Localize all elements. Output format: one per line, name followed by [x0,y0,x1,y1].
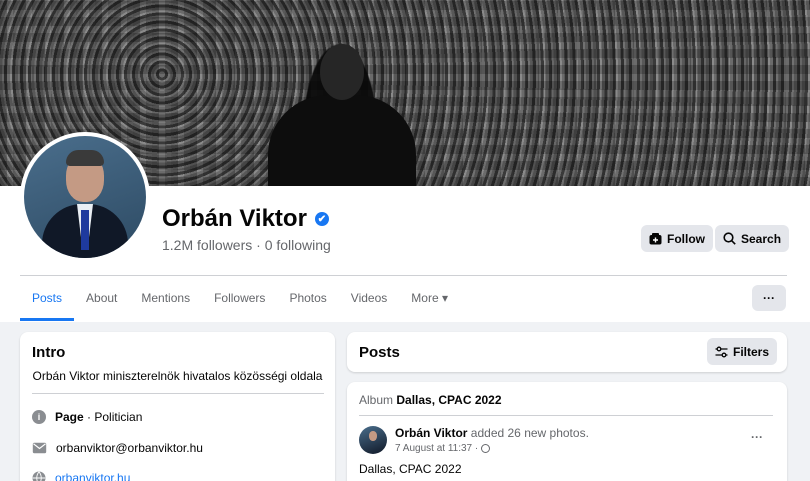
tab-posts[interactable]: Posts [20,286,75,321]
album-line: Album Dallas, CPAC 2022 [359,393,502,407]
cover-speaker-silhouette [268,95,416,186]
filters-button[interactable]: Filters [707,338,778,365]
album-prefix: Album [359,393,397,407]
post-card: Album Dallas, CPAC 2022 Orbán Viktor add… [347,382,787,481]
search-label: Search [741,231,782,246]
page-type-value: · Politician [83,410,143,424]
post-action: added 26 new photos. [467,426,589,440]
intro-title: Intro [32,344,66,361]
tab-videos[interactable]: Videos [339,286,399,321]
page-type-row: i Page · Politician [32,410,142,424]
website-link[interactable]: orbanviktor.hu [55,471,130,481]
email-text[interactable]: orbanviktor@orbanviktor.hu [56,441,203,455]
tab-about[interactable]: About [74,286,129,321]
post-author-avatar[interactable] [359,426,387,454]
email-row: orbanviktor@orbanviktor.hu [32,441,203,455]
follower-count[interactable]: 1.2M followers · 0 following [162,237,331,253]
posts-title: Posts [359,344,400,361]
post-author[interactable]: Orbán Viktor [395,426,467,440]
public-globe-icon [481,444,491,453]
page-type-label: Page [55,410,84,424]
profile-name-row: Orbán Viktor ✔ [162,205,329,233]
album-name[interactable]: Dallas, CPAC 2022 [396,393,501,407]
globe-icon [32,471,46,481]
follow-button[interactable]: Follow [641,225,713,252]
filters-icon [715,346,728,357]
intro-bio: Orbán Viktor miniszterelnök hivatalos kö… [32,369,323,383]
cover-speaker-head [320,44,364,100]
tab-more[interactable]: More ▾ [399,286,460,321]
verified-badge-icon: ✔ [314,212,329,226]
profile-avatar[interactable] [20,132,150,262]
post-text: Dallas, CPAC 2022 [359,462,462,476]
post-meta: Orbán Viktor added 26 new photos. [395,426,589,440]
header-divider [20,275,787,276]
info-icon: i [32,410,46,424]
tab-photos[interactable]: Photos [277,286,338,321]
tab-mentions[interactable]: Mentions [129,286,202,321]
website-row: orbanviktor.hu [32,471,130,481]
posts-header-card: Posts Filters [347,332,787,372]
album-divider [359,415,773,416]
follow-label: Follow [667,231,705,246]
search-button[interactable]: Search [715,225,790,252]
filters-label: Filters [733,344,770,359]
more-options-button[interactable]: ··· [752,285,786,311]
intro-card: Intro Orbán Viktor miniszterelnök hivata… [20,332,335,481]
post-options-button[interactable]: ··· [751,430,763,444]
post-timestamp-row: 7 August at 11:37 · [395,443,491,454]
post-timestamp[interactable]: 7 August at 11:37 · [395,443,478,454]
profile-tabs: Posts About Mentions Followers Photos Vi… [20,286,460,321]
follow-icon [649,232,662,244]
mail-icon [32,442,47,454]
tab-followers[interactable]: Followers [202,286,277,321]
profile-name: Orbán Viktor [162,205,307,232]
search-icon [723,232,736,245]
intro-divider [32,393,324,394]
avatar-photo [24,136,146,258]
